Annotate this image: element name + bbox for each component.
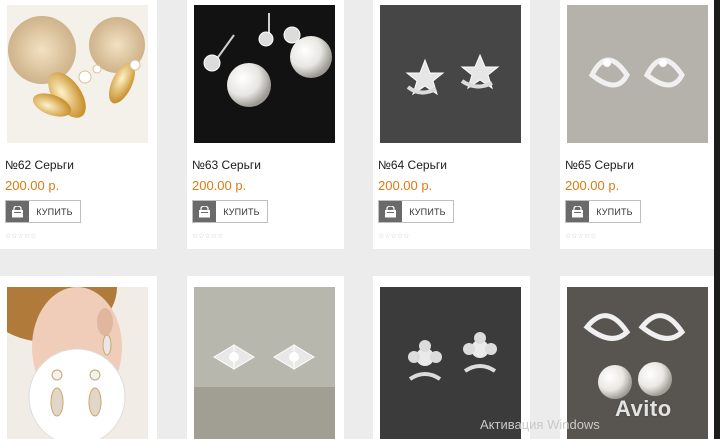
product-title[interactable]: №65 Серьги [565, 158, 634, 172]
buy-button[interactable]: КУПИТЬ [192, 200, 268, 223]
product-card[interactable]: №63 Серьги 200.00 р. КУПИТЬ ☆☆☆☆☆ [187, 0, 344, 249]
windows-activation-watermark: Активация Windows [480, 417, 600, 432]
product-card[interactable] [187, 276, 344, 439]
shopping-bag-icon [379, 201, 402, 222]
buy-button-label: КУПИТЬ [596, 206, 633, 217]
product-card[interactable] [373, 276, 530, 439]
product-image[interactable] [7, 287, 148, 439]
product-image[interactable] [567, 5, 708, 143]
rating-stars: ☆☆☆☆☆ [5, 233, 37, 240]
shopping-bag-icon [6, 201, 29, 222]
product-title[interactable]: №62 Серьги [5, 158, 74, 172]
buy-button-label: КУПИТЬ [36, 206, 73, 217]
product-card[interactable]: №64 Серьги 200.00 р. КУПИТЬ ☆☆☆☆☆ [373, 0, 530, 249]
buy-button[interactable]: КУПИТЬ [5, 200, 81, 223]
product-price: 200.00 р. [5, 178, 60, 193]
buy-button-label: КУПИТЬ [409, 206, 446, 217]
avito-watermark: Avito [615, 396, 672, 421]
product-title[interactable]: №63 Серьги [192, 158, 261, 172]
product-title[interactable]: №64 Серьги [378, 158, 447, 172]
rating-stars: ☆☆☆☆☆ [192, 233, 224, 240]
page-edge [714, 0, 720, 439]
product-card[interactable]: №65 Серьги 200.00 р. КУПИТЬ ☆☆☆☆☆ [560, 0, 717, 249]
product-card[interactable]: №62 Серьги 200.00 р. КУПИТЬ ☆☆☆☆☆ [0, 0, 157, 249]
buy-button[interactable]: КУПИТЬ [565, 200, 641, 223]
product-price: 200.00 р. [192, 178, 247, 193]
rating-stars: ☆☆☆☆☆ [378, 233, 410, 240]
buy-button-label: КУПИТЬ [223, 206, 260, 217]
product-price: 200.00 р. [378, 178, 433, 193]
product-image[interactable] [194, 287, 335, 439]
product-image[interactable] [194, 5, 335, 143]
shopping-bag-icon [193, 201, 216, 222]
rating-stars: ☆☆☆☆☆ [565, 233, 597, 240]
buy-button[interactable]: КУПИТЬ [378, 200, 454, 223]
product-price: 200.00 р. [565, 178, 620, 193]
product-image[interactable] [7, 5, 148, 143]
shopping-bag-icon [566, 201, 589, 222]
product-card[interactable] [0, 276, 157, 439]
product-image[interactable] [380, 5, 521, 143]
